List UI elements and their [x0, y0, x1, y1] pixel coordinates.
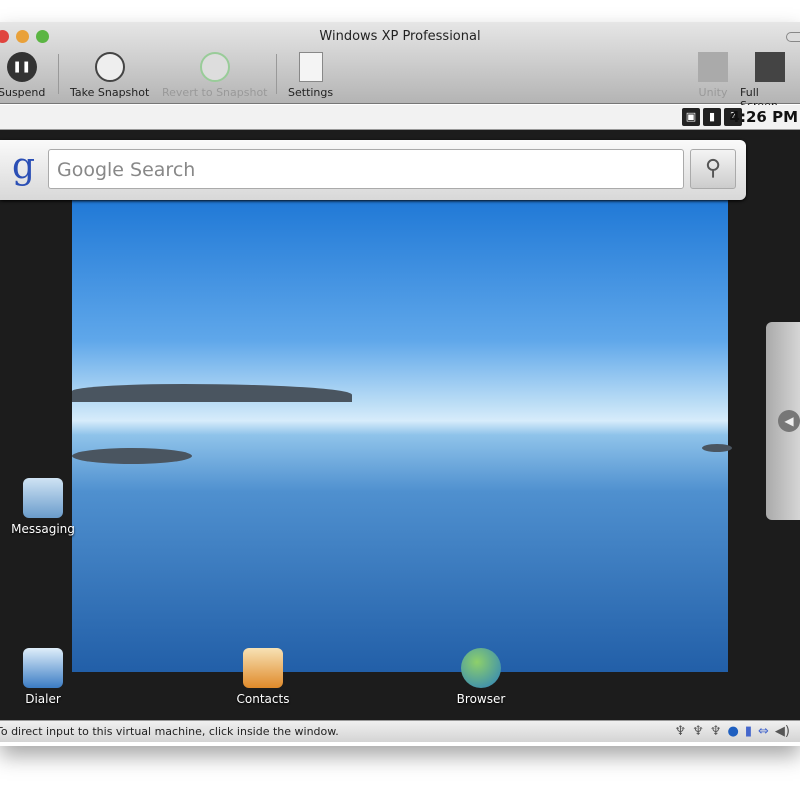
google-logo[interactable]: g [12, 146, 35, 187]
cd-icon[interactable]: ● [728, 724, 739, 739]
dialer-icon [23, 648, 63, 688]
usb-icon[interactable]: ♆ [675, 724, 687, 739]
pause-icon: ❚❚ [6, 52, 37, 82]
revert-clock-icon [199, 52, 230, 82]
revert-snapshot-button[interactable]: Revert to Snapshot [162, 52, 268, 99]
usb-icon[interactable]: ♆ [710, 724, 722, 739]
vm-status-message: To direct input to this virtual machine,… [0, 725, 339, 738]
app-drawer-handle[interactable]: ◀ [766, 322, 800, 520]
contacts-label: Contacts [236, 692, 290, 706]
full-screen-button[interactable]: Full Screen [740, 52, 800, 112]
title-bar: Windows XP Professional ❚❚ Suspend Take … [0, 22, 800, 112]
take-snapshot-label: Take Snapshot [70, 86, 150, 99]
dialer-label: Dialer [25, 692, 61, 706]
contacts-icon [243, 648, 283, 688]
unity-button[interactable]: Unity [698, 52, 728, 99]
app-browser[interactable]: Browser [436, 648, 526, 706]
search-button[interactable]: ⚲ [690, 149, 736, 189]
globe-icon [461, 648, 501, 688]
app-messaging[interactable]: Messaging [0, 478, 88, 536]
vm-status-bar: To direct input to this virtual machine,… [0, 720, 800, 742]
toolbar-divider [276, 54, 277, 94]
sd-card-icon: ▣ [682, 108, 700, 126]
search-icon: ⚲ [704, 156, 722, 181]
messaging-icon [23, 478, 63, 518]
toolbar-divider [58, 54, 59, 94]
unity-icon [698, 52, 728, 82]
app-dialer[interactable]: Dialer [0, 648, 88, 706]
messaging-label: Messaging [11, 522, 75, 536]
browser-label: Browser [456, 692, 506, 706]
take-snapshot-button[interactable]: Take Snapshot [70, 52, 149, 99]
settings-button[interactable]: Settings [288, 52, 333, 99]
settings-switch-icon [298, 52, 323, 82]
suspend-label: Suspend [0, 86, 46, 99]
arrow-left-icon: ◀ [778, 410, 800, 432]
hard-disk-icon[interactable]: ▮ [745, 724, 752, 739]
suspend-button[interactable]: ❚❚ Suspend [0, 52, 45, 99]
settings-label: Settings [288, 86, 334, 99]
unity-label: Unity [698, 86, 728, 99]
wallpaper [72, 198, 732, 672]
signal-icon: ▮ [703, 108, 721, 126]
window-title: Windows XP Professional [319, 29, 481, 44]
app-contacts[interactable]: Contacts [218, 648, 308, 706]
full-screen-icon [755, 52, 785, 82]
network-icon[interactable]: ⇔ [758, 724, 769, 739]
toolbar-toggle-button[interactable] [786, 32, 800, 42]
revert-snapshot-label: Revert to Snapshot [162, 86, 268, 99]
sound-icon[interactable]: ◀) [775, 724, 790, 739]
vm-window: Windows XP Professional ❚❚ Suspend Take … [0, 22, 800, 746]
status-clock: 4:26 PM [729, 108, 798, 126]
usb-icon[interactable]: ♆ [692, 724, 704, 739]
google-search-widget: g Google Search ⚲ [0, 140, 746, 200]
android-home-screen[interactable]: g Google Search ⚲ ◀ Messaging Dialer Con… [0, 130, 800, 720]
snapshot-clock-icon [94, 52, 125, 82]
android-status-bar: ▣ ▮ ? 4:26 PM [0, 105, 800, 130]
google-search-input[interactable]: Google Search [48, 149, 684, 189]
